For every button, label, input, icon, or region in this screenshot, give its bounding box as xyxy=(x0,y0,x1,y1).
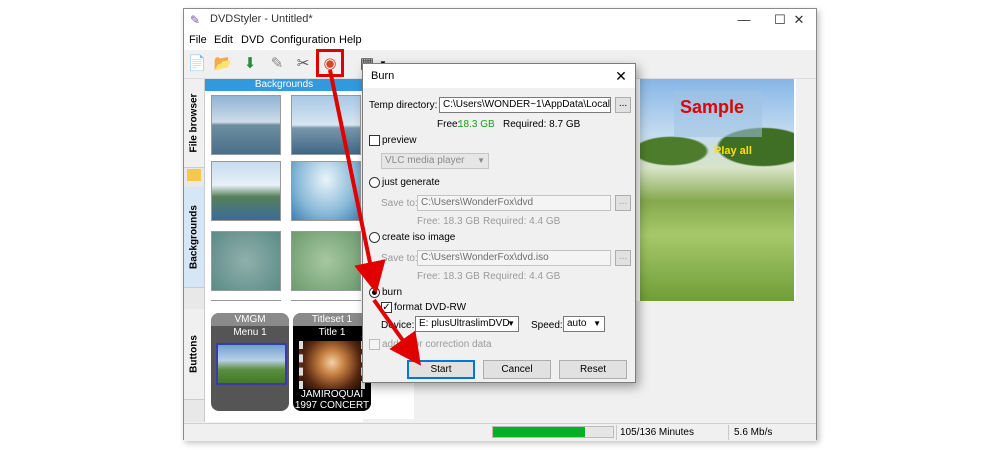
status-minutes: 105/136 Minutes xyxy=(620,427,694,438)
just-generate-label: just generate xyxy=(382,177,440,188)
window-title: DVDStyler - Untitled* xyxy=(210,13,313,25)
new-file-icon[interactable]: 📄 xyxy=(186,53,208,75)
format-dvdrw-label: format DVD-RW xyxy=(394,302,467,313)
preview-checkbox[interactable] xyxy=(369,135,380,146)
just-generate-radio[interactable] xyxy=(369,177,380,188)
settings-icon[interactable]: ✎ xyxy=(266,53,288,75)
temp-required: Required: 8.7 GB xyxy=(503,119,581,130)
menu-preview[interactable]: Sample Play all xyxy=(640,79,794,301)
title-label-line1: JAMIROQUAI xyxy=(300,389,364,400)
tab-file-browser[interactable]: File browser xyxy=(184,79,204,168)
generate-free: Free: 18.3 GB xyxy=(417,216,480,227)
tab-backgrounds[interactable]: Backgrounds xyxy=(184,187,204,288)
burn-label: burn xyxy=(382,287,403,298)
background-thumbnail[interactable] xyxy=(211,161,281,221)
error-correction-checkbox[interactable] xyxy=(369,339,380,350)
generate-required: Required: 4.4 GB xyxy=(483,216,561,227)
background-thumbnail[interactable] xyxy=(211,231,281,291)
burn-dialog: Burn ✕ Temp directory: C:\Users\WONDER~1… xyxy=(362,63,636,383)
reset-button[interactable]: Reset xyxy=(559,360,627,379)
chevron-down-icon: ▼ xyxy=(507,319,515,328)
iso-image-label: create iso image xyxy=(382,232,456,243)
generate-path-input[interactable]: C:\Users\WonderFox\dvd xyxy=(417,195,611,211)
backgrounds-header: Backgrounds xyxy=(205,79,363,91)
disc-usage-fill xyxy=(493,427,585,437)
status-bar: 105/136 Minutes 5.6 Mb/s xyxy=(184,423,816,441)
burn-radio[interactable] xyxy=(369,287,380,298)
error-correction-label: add error correction data xyxy=(382,339,492,350)
title-bar: ✎ DVDStyler - Untitled* — ☐ ✕ xyxy=(184,9,816,31)
chevron-down-icon: ▼ xyxy=(477,156,485,165)
side-tabs: File browser Backgrounds Buttons xyxy=(184,79,205,422)
app-logo-icon: ✎ xyxy=(190,13,201,27)
tab-buttons[interactable]: Buttons xyxy=(184,309,204,400)
iso-free: Free: 18.3 GB xyxy=(417,271,480,282)
preview-label: preview xyxy=(382,135,417,146)
iso-path-input[interactable]: C:\Users\WonderFox\dvd.iso xyxy=(417,250,611,266)
preview-player-value: VLC media player xyxy=(385,155,465,166)
vmgm-menu-card[interactable]: VMGM Menu 1 xyxy=(211,313,289,411)
start-button[interactable]: Start xyxy=(407,360,475,379)
menu-configuration[interactable]: Configuration xyxy=(270,34,335,46)
tools-icon[interactable]: ✂ xyxy=(292,53,314,75)
iso-save-to-label: Save to: xyxy=(381,253,418,264)
title-label-line2: 1997 CONCERT xyxy=(294,400,370,411)
iso-browse-button[interactable]: ... xyxy=(615,250,631,266)
menu-bar: File Edit DVD Configuration Help xyxy=(184,31,816,50)
menu-dvd[interactable]: DVD xyxy=(241,34,264,46)
device-label: Device: xyxy=(381,320,415,331)
burn-icon-highlight xyxy=(316,49,344,77)
vmgm-menu-title: Menu 1 xyxy=(233,327,267,338)
status-speed: 5.6 Mb/s xyxy=(734,427,773,438)
titleset-title: Title 1 xyxy=(318,327,346,338)
speed-select[interactable]: auto ▼ xyxy=(563,316,605,332)
titleset-card[interactable]: Titleset 1 Title 1 JAMIROQUAI 1997 CONCE… xyxy=(293,313,371,411)
generate-browse-button[interactable]: ... xyxy=(615,195,631,211)
play-all-button[interactable]: Play all xyxy=(714,145,752,157)
disc-usage-bar xyxy=(492,426,614,438)
temp-directory-browse-button[interactable]: ... xyxy=(615,97,631,113)
cancel-button[interactable]: Cancel xyxy=(483,360,551,379)
dialog-title-bar: Burn ✕ xyxy=(363,64,635,88)
background-thumbnail[interactable] xyxy=(291,95,361,155)
menu-thumbnail[interactable] xyxy=(216,343,287,385)
background-thumbnail-edge xyxy=(291,300,361,306)
generate-save-to-label: Save to: xyxy=(381,198,418,209)
close-button[interactable]: ✕ xyxy=(782,9,816,31)
preview-player-select[interactable]: VLC media player ▼ xyxy=(381,153,489,169)
open-folder-icon[interactable]: 📂 xyxy=(212,53,234,75)
device-value: E: plusUltraslimDVD xyxy=(419,318,510,329)
menu-help[interactable]: Help xyxy=(339,34,362,46)
dialog-close-button[interactable]: ✕ xyxy=(611,66,631,86)
speed-label: Speed: xyxy=(531,320,563,331)
device-select[interactable]: E: plusUltraslimDVD ▼ xyxy=(415,316,519,332)
background-thumbnail[interactable] xyxy=(291,231,361,291)
folder-icon xyxy=(187,169,201,181)
menu-edit[interactable]: Edit xyxy=(214,34,233,46)
iso-required: Required: 4.4 GB xyxy=(483,271,561,282)
chevron-down-icon: ▼ xyxy=(593,319,601,328)
vmgm-caption: VMGM xyxy=(211,313,289,326)
dialog-title: Burn xyxy=(371,70,395,82)
minimize-button[interactable]: — xyxy=(726,9,762,31)
temp-directory-input[interactable]: C:\Users\WONDER~1\AppData\Local\Te xyxy=(439,97,611,113)
iso-image-radio[interactable] xyxy=(369,232,380,243)
background-thumbnail[interactable] xyxy=(291,161,361,221)
status-divider xyxy=(728,425,729,440)
temp-free-label: Free: xyxy=(437,119,461,130)
format-dvdrw-checkbox[interactable]: ✓ xyxy=(381,302,392,313)
speed-value: auto xyxy=(567,318,587,329)
temp-free-value: 18.3 GB xyxy=(458,119,495,130)
titleset-caption: Titleset 1 xyxy=(293,313,371,326)
menu-file[interactable]: File xyxy=(189,34,207,46)
background-thumbnail[interactable] xyxy=(211,95,281,155)
title-thumbnail[interactable] xyxy=(299,341,365,389)
status-divider xyxy=(616,425,617,440)
save-icon[interactable]: ⬇ xyxy=(239,53,261,75)
preview-sample-text[interactable]: Sample xyxy=(680,97,744,118)
temp-directory-label: Temp directory: xyxy=(369,100,438,111)
background-thumbnail-edge xyxy=(211,300,281,306)
